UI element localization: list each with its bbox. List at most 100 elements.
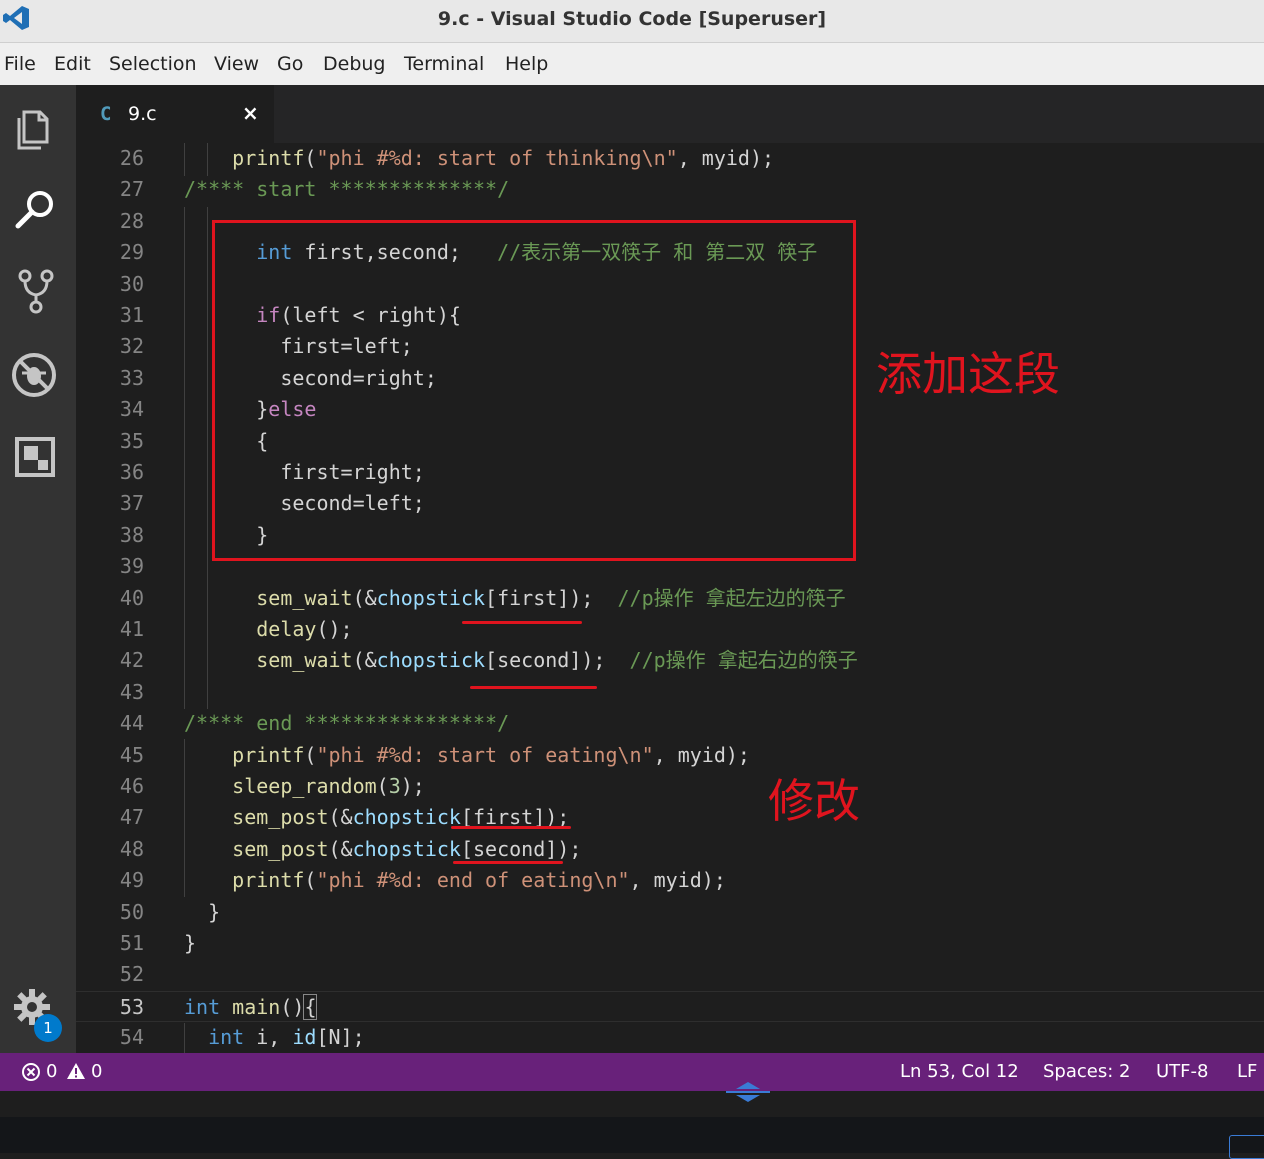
code-text[interactable]: sem_wait(&chopstick[second]); //p操作 拿起右边…	[184, 645, 857, 676]
code-line[interactable]: 54 int i, id[N];	[76, 1022, 1264, 1053]
status-bar: 0 0 Ln 53, Col 12 Spaces: 2 UTF-8 LF	[0, 1053, 1264, 1091]
line-number: 26	[119, 146, 144, 170]
code-text[interactable]: sem_wait(&chopstick[first]); //p操作 拿起左边的…	[184, 583, 845, 614]
line-number: 34	[119, 397, 144, 422]
line-number: 36	[119, 460, 144, 484]
code-line[interactable]: 27 /**** start **************/	[76, 174, 1264, 205]
code-line[interactable]: 47 sem_post(&chopstick[first]);	[76, 802, 1264, 833]
code-text[interactable]: sleep_random(3);	[184, 771, 425, 802]
code-line[interactable]: 40 sem_wait(&chopstick[first]); //p操作 拿起…	[76, 583, 1264, 614]
underline-first-post	[451, 826, 571, 829]
files-icon[interactable]	[10, 102, 62, 154]
menu-view[interactable]: View	[214, 53, 259, 75]
menu-selection[interactable]: Selection	[109, 53, 197, 75]
annotation-add-block: 添加这段	[876, 347, 1060, 401]
resize-handle-icon[interactable]	[724, 1080, 772, 1104]
line-number: 49	[119, 868, 144, 893]
code-line[interactable]: 44 /**** end ****************/	[76, 708, 1264, 739]
close-icon[interactable]: ×	[242, 101, 259, 125]
code-line[interactable]: 51}	[76, 928, 1264, 959]
line-number: 38	[119, 522, 144, 547]
line-number: 41	[119, 617, 144, 641]
tab-9c[interactable]: C 9.c ×	[76, 85, 274, 143]
menu-go[interactable]: Go	[277, 53, 303, 75]
line-number: 44	[119, 711, 144, 736]
code-text[interactable]: printf("phi #%d: end of eating\n", myid)…	[184, 865, 726, 896]
error-count[interactable]: 0	[46, 1061, 57, 1082]
debug-icon[interactable]	[10, 349, 62, 401]
line-number: 45	[119, 742, 144, 767]
error-icon[interactable]	[22, 1063, 40, 1081]
code-line[interactable]: 52	[76, 959, 1264, 990]
code-line[interactable]: 46 sleep_random(3);	[76, 771, 1264, 802]
menu-edit[interactable]: Edit	[54, 53, 91, 75]
line-number: 39	[119, 554, 144, 579]
annotation-modify: 修改	[768, 774, 860, 828]
code-line[interactable]: 42 sem_wait(&chopstick[second]); //p操作 拿…	[76, 645, 1264, 676]
code-line[interactable]: 45 printf("phi #%d: start of eating\n", …	[76, 740, 1264, 771]
code-text[interactable]: printf("phi #%d: start of thinking\n", m…	[184, 143, 774, 174]
added-block-highlight	[212, 220, 856, 561]
code-text[interactable]: delay();	[184, 614, 352, 645]
menu-help[interactable]: Help	[505, 53, 548, 75]
line-number: 31	[119, 303, 144, 327]
host-page-bar	[0, 1117, 1264, 1153]
line-number: 29	[119, 240, 144, 265]
indentation[interactable]: Spaces: 2	[1043, 1061, 1130, 1082]
tab-label: 9.c	[128, 103, 157, 125]
code-text[interactable]: /**** end ****************/	[184, 708, 509, 739]
line-number: 37	[119, 491, 144, 516]
warning-icon[interactable]	[66, 1062, 86, 1080]
line-number: 40	[119, 585, 144, 610]
extensions-icon[interactable]	[10, 431, 62, 483]
code-text[interactable]: int i, id[N];	[184, 1022, 365, 1053]
line-number: 54	[119, 1025, 144, 1050]
code-line[interactable]: 49 printf("phi #%d: end of eating\n", my…	[76, 865, 1264, 896]
title-bar: 9.c - Visual Studio Code [Superuser]	[0, 0, 1264, 43]
activity-bar: 1	[0, 85, 76, 1053]
menu-file[interactable]: File	[4, 53, 36, 75]
line-number: 51	[119, 931, 144, 955]
underline-second-post	[453, 861, 563, 864]
line-number: 27	[119, 177, 144, 202]
code-line[interactable]: 48 sem_post(&chopstick[second]);	[76, 834, 1264, 865]
warning-count[interactable]: 0	[91, 1061, 102, 1082]
code-line[interactable]: 41 delay();	[76, 614, 1264, 645]
code-text[interactable]: }	[184, 897, 220, 928]
host-page-strip	[0, 1091, 1264, 1159]
line-ending[interactable]: LF	[1237, 1061, 1257, 1082]
line-number: 33	[119, 365, 144, 390]
tab-bar: C 9.c ×	[76, 85, 1264, 143]
menu-terminal[interactable]: Terminal	[404, 53, 484, 75]
window-title: 9.c - Visual Studio Code [Superuser]	[437, 8, 827, 30]
code-text[interactable]: }	[184, 928, 196, 959]
line-number: 32	[119, 334, 144, 359]
line-number: 42	[119, 648, 144, 673]
underline-second-wait	[470, 686, 597, 689]
menu-debug[interactable]: Debug	[323, 53, 385, 75]
line-number: 53	[119, 994, 144, 1019]
line-number: 28	[119, 208, 144, 233]
source-control-icon[interactable]	[10, 265, 62, 317]
line-number: 46	[119, 774, 144, 798]
encoding[interactable]: UTF-8	[1156, 1061, 1208, 1082]
settings-badge: 1	[34, 1014, 62, 1042]
code-line[interactable]: 53 int main(){	[76, 990, 1264, 1023]
code-text[interactable]: /**** start **************/	[184, 174, 509, 205]
line-number: 30	[119, 271, 144, 296]
host-page-box	[1229, 1135, 1264, 1159]
line-number: 47	[119, 805, 144, 830]
cursor-position[interactable]: Ln 53, Col 12	[900, 1061, 1019, 1082]
c-file-icon: C	[100, 103, 112, 125]
search-icon[interactable]	[10, 183, 62, 235]
code-line[interactable]: 50 }	[76, 897, 1264, 928]
line-number: 50	[119, 899, 144, 924]
underline-first-wait	[462, 621, 582, 624]
line-number: 48	[119, 836, 144, 861]
menu-bar: File Edit Selection View Go Debug Termin…	[0, 43, 1264, 85]
code-text[interactable]: int main(){	[184, 992, 318, 1023]
code-line[interactable]: 26 printf("phi #%d: start of thinking\n"…	[76, 143, 1264, 174]
code-line[interactable]: 43	[76, 677, 1264, 708]
code-text[interactable]: printf("phi #%d: start of eating\n", myi…	[184, 740, 750, 771]
line-number: 43	[119, 679, 144, 704]
